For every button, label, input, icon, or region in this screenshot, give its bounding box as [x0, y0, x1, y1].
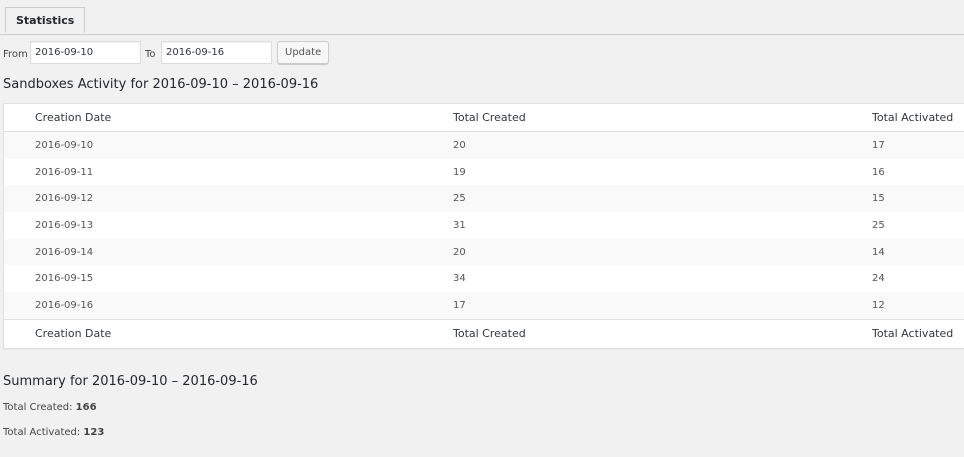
table-row: 2016-09-13 31 25 — [4, 212, 964, 239]
table-row: 2016-09-12 25 15 — [4, 185, 964, 213]
summary-title: Summary for 2016-09-10 – 2016-09-16 — [3, 374, 258, 389]
cell-creation-date: 2016-09-12 — [4, 185, 453, 213]
column-footer-creation-date[interactable]: Creation Date — [4, 318, 453, 347]
cell-creation-date: 2016-09-14 — [4, 238, 453, 266]
tab-bar: Statistics — [0, 0, 964, 35]
cell-total-created: 17 — [453, 292, 872, 320]
activity-table: Creation Date Total Created Total Activa… — [3, 103, 964, 349]
cell-total-created: 20 — [453, 131, 872, 159]
cell-creation-date: 2016-09-15 — [35, 273, 94, 285]
to-label: To — [145, 49, 156, 60]
cell-total-activated: 15 — [872, 185, 964, 213]
column-footer-total-activated[interactable]: Total Activated — [872, 318, 964, 347]
activity-title: Sandboxes Activity for 2016-09-10 – 2016… — [3, 77, 319, 92]
cell-total-activated: 16 — [872, 166, 885, 178]
cell-total-activated: 14 — [872, 238, 964, 266]
table-row: 2016-09-15 34 24 — [4, 265, 964, 292]
cell-total-created: 31 — [453, 219, 466, 231]
table-row: 2016-09-10 20 17 — [4, 131, 964, 159]
cell-creation-date: 2016-09-10 — [4, 131, 453, 159]
update-button[interactable]: Update — [277, 41, 330, 64]
total-activated-value: 123 — [83, 427, 105, 438]
table-row: 2016-09-14 20 14 — [4, 238, 964, 266]
cell-creation-date: 2016-09-11 — [35, 166, 94, 178]
table-row: 2016-09-11 19 16 — [4, 159, 964, 186]
statistics-page: Statistics From To Update Sandboxes Acti… — [0, 0, 964, 457]
cell-total-activated: 25 — [872, 219, 885, 231]
cell-creation-date: 2016-09-13 — [35, 219, 94, 231]
total-created-value: 166 — [75, 402, 97, 413]
from-date-input[interactable] — [30, 41, 141, 64]
cell-total-activated: 24 — [872, 273, 885, 285]
cell-total-activated: 12 — [872, 292, 964, 320]
tab-statistics[interactable]: Statistics — [5, 7, 86, 33]
cell-total-created: 19 — [453, 166, 466, 178]
cell-total-created: 25 — [453, 185, 872, 213]
table-footer-row: Creation Date Total Created Total Activa… — [4, 318, 964, 347]
total-created-label: Total Created: — [3, 402, 73, 413]
from-label: From — [3, 49, 28, 60]
summary-total-created: Total Created: 166 — [3, 402, 97, 413]
column-header-creation-date[interactable]: Creation Date — [4, 104, 453, 132]
to-date-input[interactable] — [161, 41, 272, 64]
cell-creation-date: 2016-09-16 — [4, 292, 453, 320]
table-header-row: Creation Date Total Created Total Activa… — [4, 104, 964, 132]
column-footer-total-created[interactable]: Total Created — [453, 318, 872, 347]
column-header-total-activated[interactable]: Total Activated — [872, 104, 964, 132]
total-activated-label: Total Activated: — [3, 427, 81, 438]
column-header-total-created[interactable]: Total Created — [453, 104, 872, 132]
table-row: 2016-09-16 17 12 — [4, 292, 964, 320]
cell-total-created: 34 — [453, 273, 466, 285]
summary-total-activated: Total Activated: 123 — [3, 427, 104, 438]
cell-total-activated: 17 — [872, 131, 964, 159]
cell-total-created: 20 — [453, 238, 872, 266]
